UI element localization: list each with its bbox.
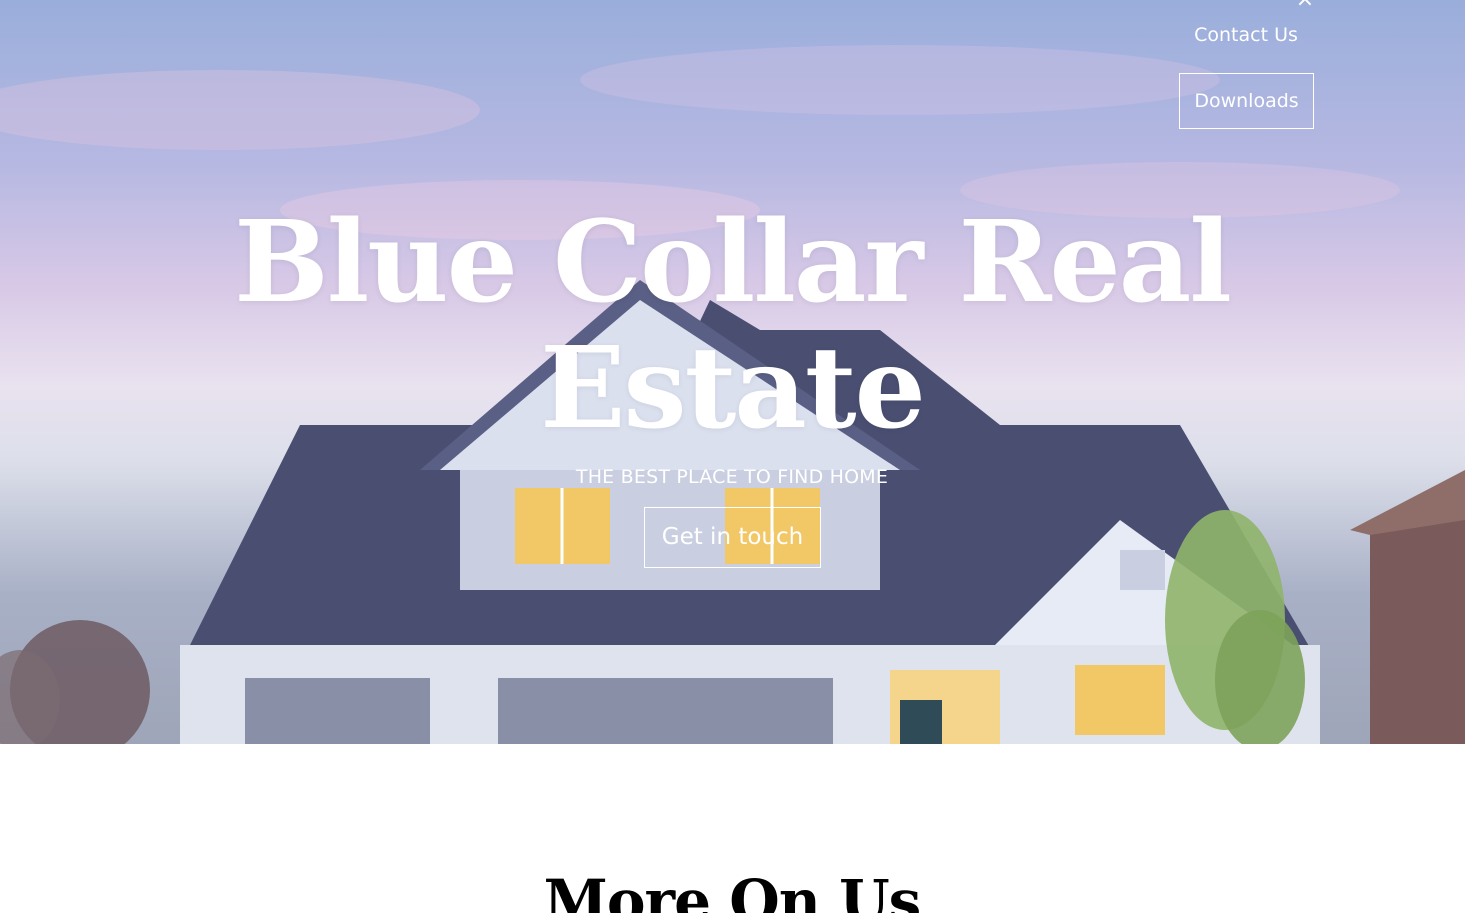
- hero-title: Blue Collar Real Estate: [234, 197, 1232, 454]
- section-heading: More On Us: [543, 867, 922, 913]
- nav-contact-us[interactable]: Contact Us: [1176, 24, 1316, 46]
- page: × Contact Us Downloads Blue Collar Real …: [0, 0, 1465, 913]
- get-in-touch-button[interactable]: Get in touch: [644, 507, 821, 568]
- downloads-button[interactable]: Downloads: [1179, 73, 1314, 129]
- close-icon[interactable]: ×: [1293, 0, 1317, 11]
- hero-section: × Contact Us Downloads Blue Collar Real …: [0, 0, 1465, 744]
- hero-subtitle: THE BEST PLACE TO FIND HOME: [575, 466, 889, 488]
